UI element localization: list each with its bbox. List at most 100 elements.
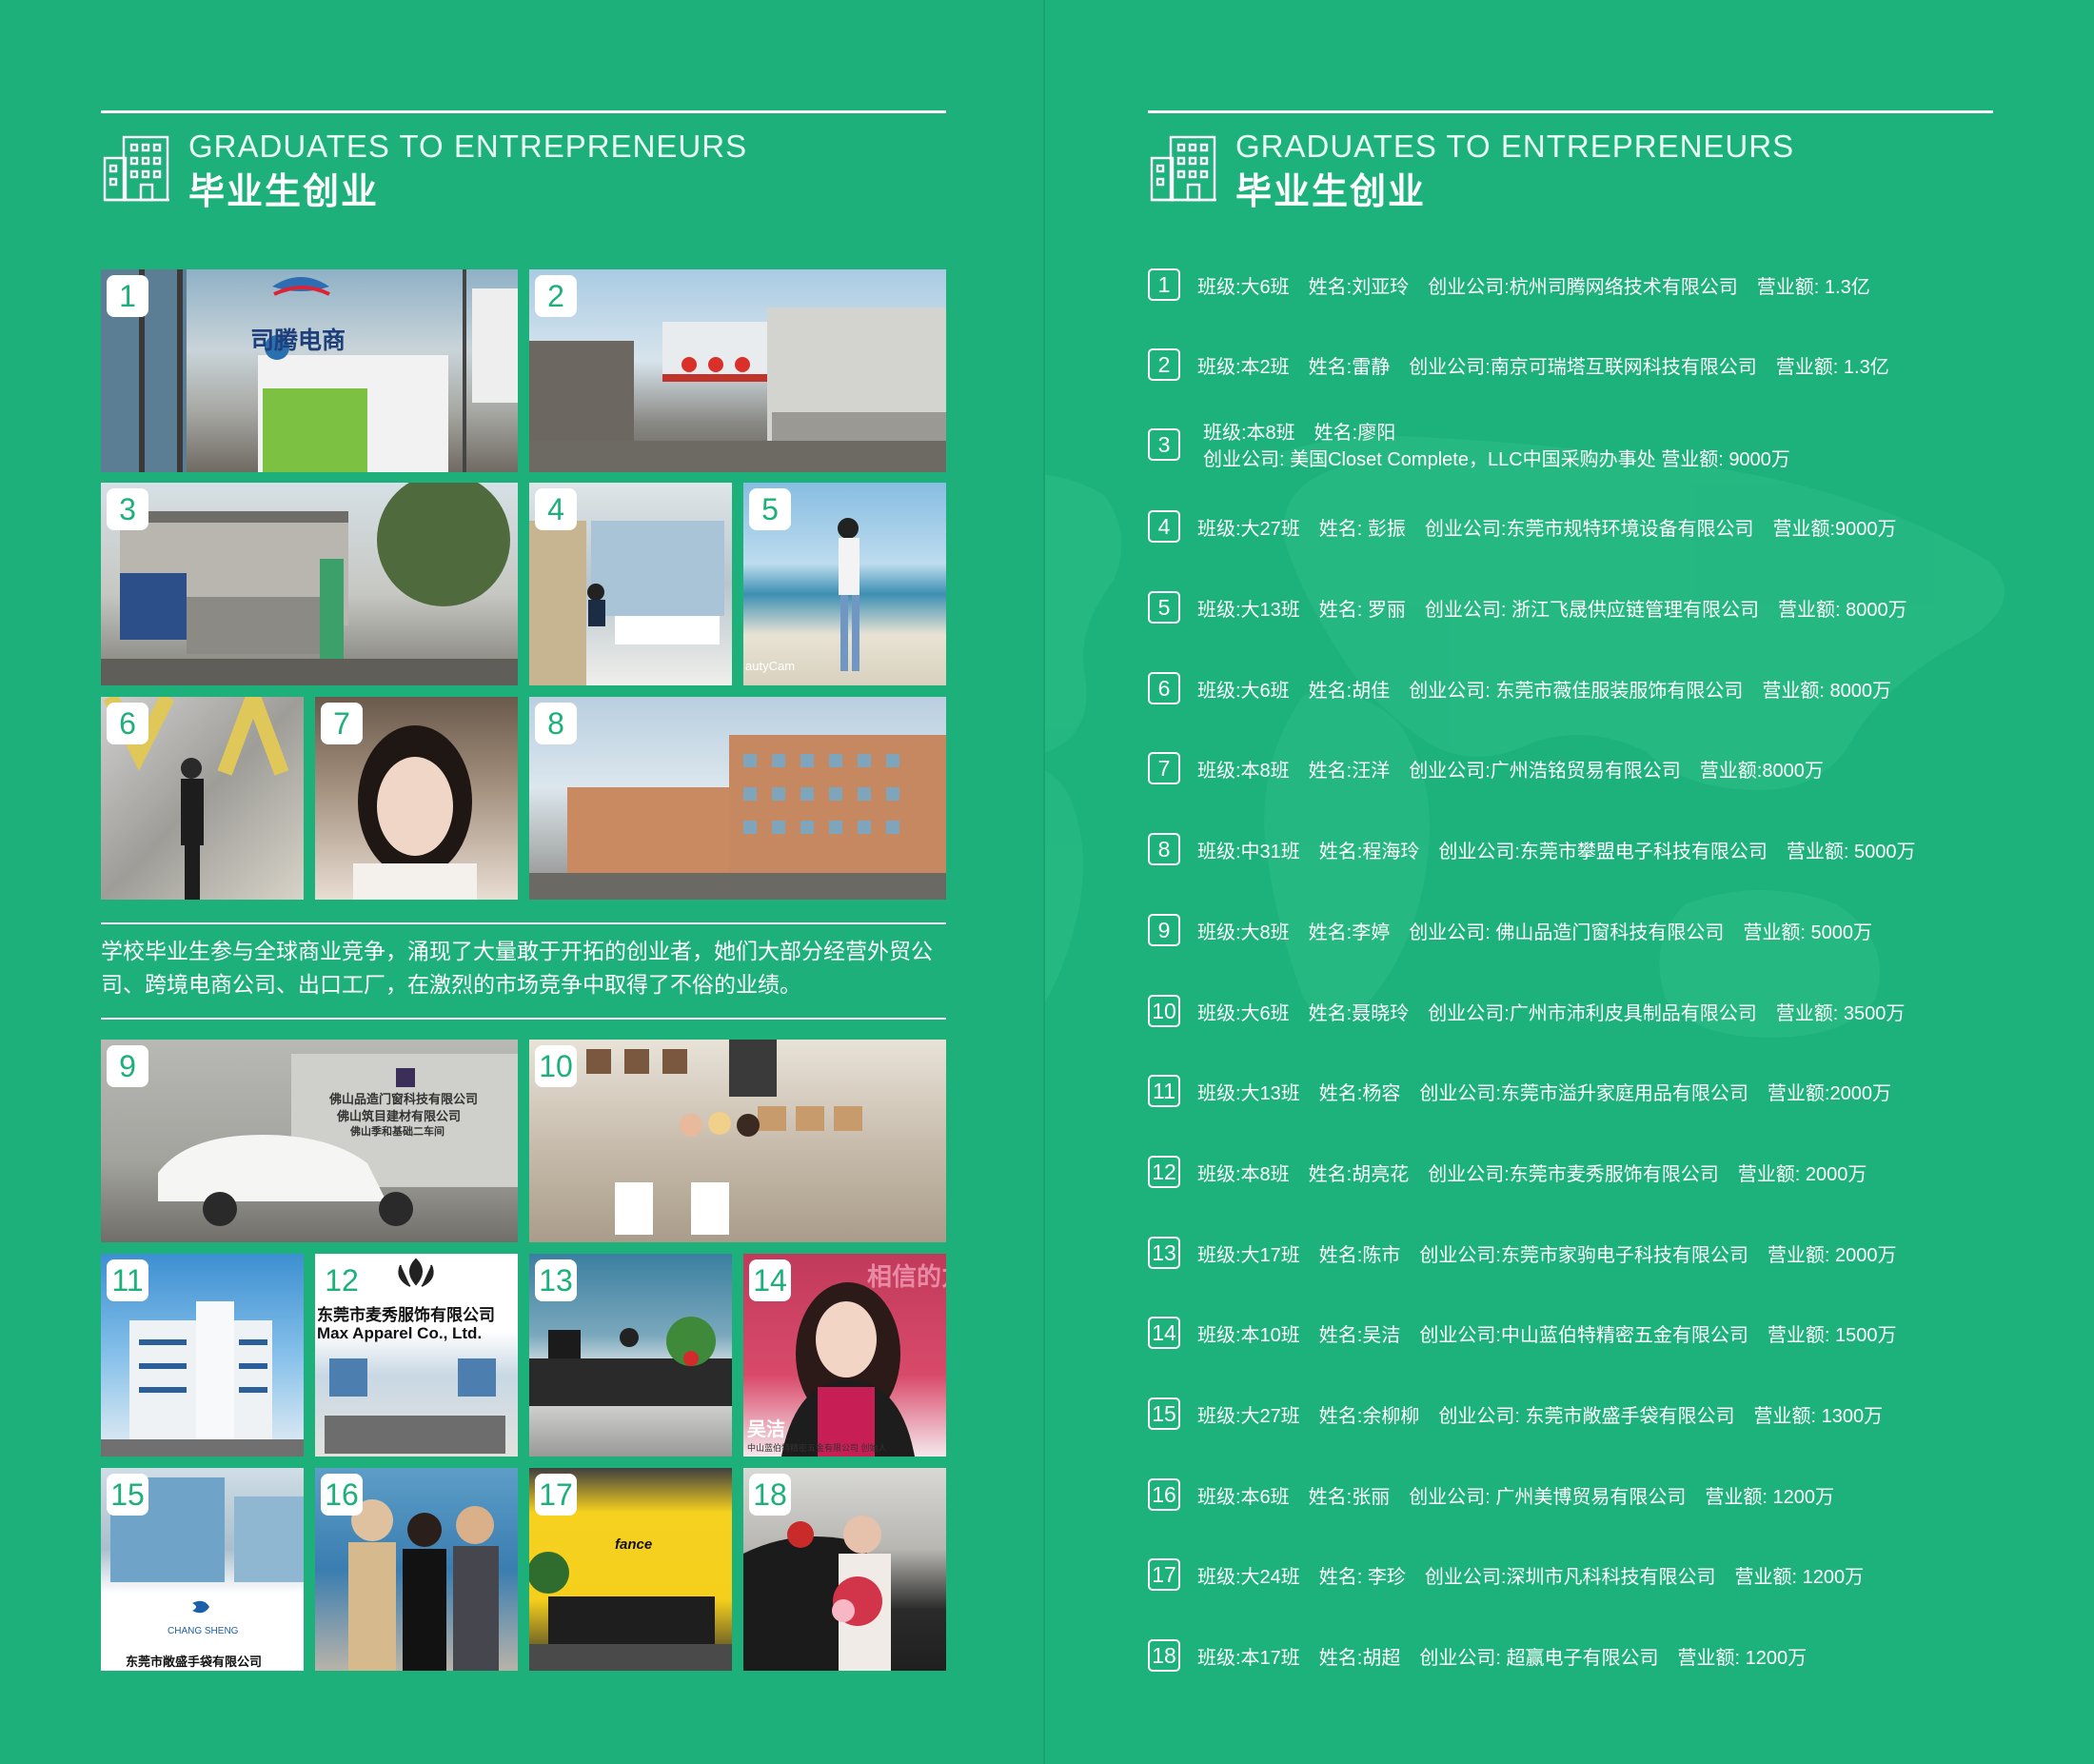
photo-14: 相信的力量 吴洁 中山蓝伯特精密五金有限公司 创始人 14 (743, 1254, 946, 1457)
photo-15: CHANG SHENG 东莞市敞盛手袋有限公司 15 (101, 1468, 304, 1671)
photo-15-number: 15 (107, 1474, 148, 1516)
header-chinese-title-right: 毕业生创业 (1235, 172, 1427, 212)
list-item-number: 16 (1148, 1478, 1180, 1511)
header-english-title: GRADUATES TO ENTREPRENEURS (188, 129, 748, 164)
list-item-text: 班级:大6班 姓名:胡佳 创业公司: 东莞市薇佳服装服饰有限公司 营业额: 80… (1197, 680, 1891, 702)
list-item-text: 班级:大17班 姓名:陈市 创业公司:东莞市家驹电子科技有限公司 营业额: 20… (1197, 1244, 1897, 1266)
photo-12-sign: 东莞市麦秀服饰有限公司 (317, 1306, 495, 1324)
photo-8-number: 8 (535, 703, 577, 744)
photo-14-number: 14 (749, 1259, 791, 1301)
list-item-number: 4 (1148, 510, 1180, 543)
photo-13: 13 (529, 1254, 732, 1457)
photo-9-number: 9 (107, 1045, 148, 1087)
photo-4: 4 (529, 483, 732, 685)
list-item-number: 10 (1148, 995, 1180, 1027)
photo-15-logo-text: CHANG SHENG (168, 1626, 239, 1636)
list-item-number: 3 (1148, 428, 1180, 461)
list-item-number: 9 (1148, 914, 1180, 946)
intro-paragraph: 学校毕业生参与全球商业竞争，涌现了大量敢于开拓的创业者，她们大部分经营外贸公司、… (101, 939, 933, 997)
list-item-number: 13 (1148, 1237, 1180, 1269)
photo-7-number: 7 (321, 703, 363, 744)
left-page: GRADUATES TO ENTREPRENEURS 毕业生创业 司腾电商 1 (0, 0, 1045, 1764)
list-item: 18 班级:本17班 姓名:胡超 创业公司: 超赢电子有限公司 营业额: 120… (1148, 1639, 1807, 1672)
photo-12: 东莞市麦秀服饰有限公司 Max Apparel Co., Ltd. 12 (315, 1254, 518, 1457)
list-item-text: 班级:大6班 姓名:刘亚玲 创业公司:杭州司腾网络技术有限公司 营业额: 1.3… (1197, 276, 1870, 298)
header-chinese-title: 毕业生创业 (188, 172, 380, 212)
photo-1-number: 1 (107, 275, 148, 317)
list-item-text: 班级:大13班 姓名: 罗丽 创业公司: 浙江飞晟供应链管理有限公司 营业额: … (1197, 599, 1907, 621)
list-item: 6 班级:大6班 姓名:胡佳 创业公司: 东莞市薇佳服装服饰有限公司 营业额: … (1148, 672, 1891, 704)
photo-11-number: 11 (107, 1259, 148, 1301)
list-item-text: 班级:中31班 姓名:程海玲 创业公司:东莞市攀盟电子科技有限公司 营业额: 5… (1197, 841, 1916, 862)
list-item-number: 7 (1148, 752, 1180, 784)
photo-16: 16 (315, 1468, 518, 1671)
photo-2: 2 (529, 269, 946, 472)
photo-12-sign-2: Max Apparel Co., Ltd. (317, 1324, 483, 1342)
header-english-title-right: GRADUATES TO ENTREPRENEURS (1235, 129, 1795, 164)
list-item-text: 班级:本2班 姓名:雷静 创业公司:南京可瑞塔互联网科技有限公司 营业额: 1.… (1197, 356, 1889, 378)
photo-14-title: 中山蓝伯特精密五金有限公司 创始人 (747, 1443, 887, 1453)
list-item-text: 班级:本10班 姓名:吴洁 创业公司:中山蓝伯特精密五金有限公司 营业额: 15… (1197, 1324, 1897, 1346)
list-item-text: 班级:本6班 姓名:张丽 创业公司: 广州美博贸易有限公司 营业额: 1200万 (1197, 1486, 1834, 1508)
list-item-number: 14 (1148, 1317, 1180, 1349)
list-item: 12 班级:本8班 姓名:胡亮花 创业公司:东莞市麦秀服饰有限公司 营业额: 2… (1148, 1156, 1867, 1188)
list-item-number: 2 (1148, 348, 1180, 381)
list-item: 13 班级:大17班 姓名:陈市 创业公司:东莞市家驹电子科技有限公司 营业额:… (1148, 1237, 1897, 1269)
photo-5-watermark: autyCam (745, 659, 796, 673)
list-item-text: 班级:大27班 姓名:余柳柳 创业公司: 东莞市敞盛手袋有限公司 营业额: 13… (1197, 1405, 1884, 1427)
list-item-text-line-1: 班级:本8班 姓名:廖阳 (1203, 423, 1396, 444)
list-item: 2 班级:本2班 姓名:雷静 创业公司:南京可瑞塔互联网科技有限公司 营业额: … (1148, 348, 1889, 381)
photo-3: 3 (101, 483, 518, 685)
photo-9-sign-3: 佛山季和基础二车间 (350, 1126, 444, 1138)
photo-3-number: 3 (107, 488, 148, 530)
photo-14-slogan: 相信的力量 (867, 1262, 946, 1291)
photo-7: 7 (315, 697, 518, 900)
photo-9: 佛山品造门窗科技有限公司 佛山筑目建材有限公司 佛山季和基础二车间 9 (101, 1040, 518, 1242)
list-item-text: 班级:大27班 姓名: 彭振 创业公司:东莞市规特环境设备有限公司 营业额:90… (1197, 518, 1897, 540)
photo-17-logo: fance (615, 1536, 653, 1553)
list-item-text: 班级:本17班 姓名:胡超 创业公司: 超赢电子有限公司 营业额: 1200万 (1197, 1647, 1808, 1669)
photo-10: 10 (529, 1040, 946, 1242)
photo-11: 11 (101, 1254, 304, 1457)
list-item-text: 班级:本8班 姓名:胡亮花 创业公司:东莞市麦秀服饰有限公司 营业额: 2000… (1197, 1163, 1867, 1185)
list-item: 15 班级:大27班 姓名:余柳柳 创业公司: 东莞市敞盛手袋有限公司 营业额:… (1148, 1397, 1883, 1430)
photo-18: 18 (743, 1468, 946, 1671)
photo-12-number: 12 (321, 1259, 363, 1301)
photo-10-number: 10 (535, 1045, 577, 1087)
photo-6: 6 (101, 697, 304, 900)
list-item-text: 班级:大8班 姓名:李婷 创业公司: 佛山品造门窗科技有限公司 营业额: 500… (1197, 922, 1872, 943)
list-item-number: 12 (1148, 1156, 1180, 1188)
photo-14-name: 吴洁 (747, 1419, 785, 1440)
header-rule-right (1148, 110, 1993, 113)
list-item: 4 班级:大27班 姓名: 彭振 创业公司:东莞市规特环境设备有限公司 营业额:… (1148, 510, 1897, 543)
photo-9-sign: 佛山品造门窗科技有限公司 (329, 1092, 479, 1106)
list-item: 16 班级:本6班 姓名:张丽 创业公司: 广州美博贸易有限公司 营业额: 12… (1148, 1478, 1834, 1511)
list-item-number: 8 (1148, 833, 1180, 865)
list-item-text: 班级:大13班 姓名:杨容 创业公司:东莞市溢升家庭用品有限公司 营业额:200… (1197, 1082, 1891, 1104)
list-item: 1 班级:大6班 姓名:刘亚玲 创业公司:杭州司腾网络技术有限公司 营业额: 1… (1148, 268, 1870, 301)
photo-9-sign-2: 佛山筑目建材有限公司 (337, 1109, 462, 1123)
photo-5-number: 5 (749, 488, 791, 530)
photo-1-sign: 司腾电商 (250, 327, 346, 354)
list-item-text: 班级:大6班 姓名:聂晓玲 创业公司:广州市沛利皮具制品有限公司 营业额: 35… (1197, 1002, 1906, 1024)
list-item: 8 班级:中31班 姓名:程海玲 创业公司:东莞市攀盟电子科技有限公司 营业额:… (1148, 833, 1916, 865)
list-item-number: 6 (1148, 672, 1180, 704)
photo-4-number: 4 (535, 488, 577, 530)
building-icon (1150, 135, 1216, 202)
list-item: 11 班级:大13班 姓名:杨容 创业公司:东莞市溢升家庭用品有限公司 营业额:… (1148, 1075, 1891, 1107)
list-item-text-line-2: 创业公司: 美国Closet Complete，LLC中国采购办事处 营业额: … (1203, 449, 1790, 470)
list-item: 14 班级:本10班 姓名:吴洁 创业公司:中山蓝伯特精密五金有限公司 营业额:… (1148, 1317, 1897, 1349)
list-item-number: 15 (1148, 1397, 1180, 1430)
divider-bottom (101, 1018, 946, 1020)
list-item-number: 18 (1148, 1639, 1180, 1672)
photo-1: 司腾电商 1 (101, 269, 518, 472)
list-item-text: 班级:大24班 姓名: 李珍 创业公司:深圳市凡科科技有限公司 营业额: 120… (1197, 1566, 1865, 1588)
photo-13-number: 13 (535, 1259, 577, 1301)
photo-2-number: 2 (535, 275, 577, 317)
header-rule (101, 110, 946, 113)
list-item: 7 班级:本8班 姓名:汪洋 创业公司:广州浩铭贸易有限公司 营业额:8000万 (1148, 752, 1824, 784)
building-icon (103, 135, 169, 202)
photo-6-number: 6 (107, 703, 148, 744)
list-item-number: 17 (1148, 1558, 1180, 1591)
photo-17-number: 17 (535, 1474, 577, 1516)
